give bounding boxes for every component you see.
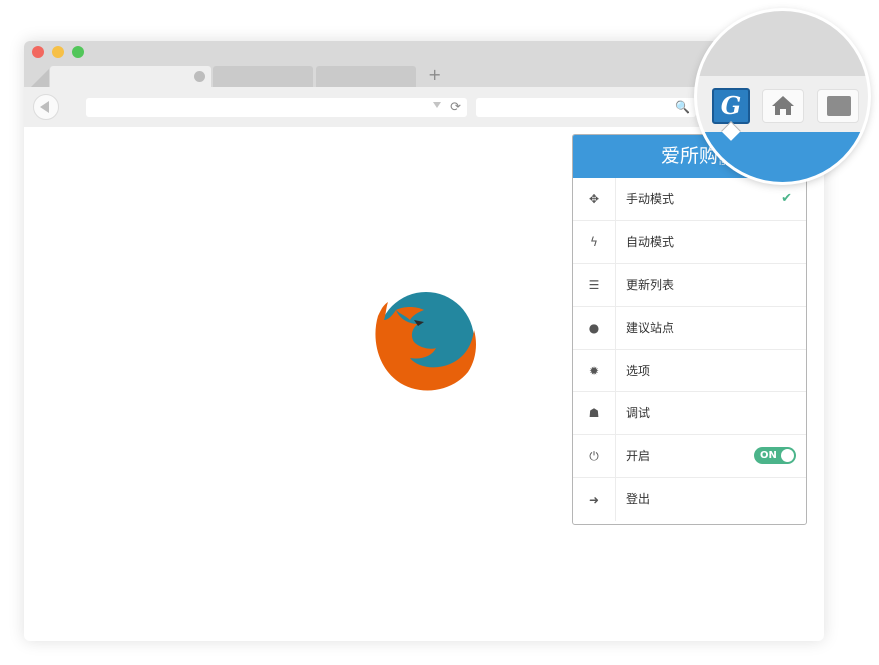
- tab-corner: [31, 69, 49, 87]
- home-button[interactable]: [762, 89, 804, 123]
- menu-item-label: 调试: [626, 406, 651, 421]
- firefox-logo-icon: [375, 292, 476, 391]
- list-icon: ☰: [573, 263, 616, 306]
- menu-item-label: 选项: [626, 363, 651, 378]
- gear-icon: ✹: [573, 349, 616, 392]
- popup-menu: ✥ 手动模式 ✔ ϟ 自动模式 ☰ 更新列表 ● 建议站点 ✹ 选项 ☗ 调试 …: [573, 178, 806, 522]
- menu-item-suggest-site[interactable]: ● 建议站点: [573, 306, 806, 350]
- search-icon[interactable]: 🔍: [675, 98, 690, 117]
- extension-button[interactable]: G: [712, 88, 750, 124]
- address-bar[interactable]: ⟳: [86, 98, 467, 117]
- magnified-tab-strip: [697, 11, 868, 76]
- tab-active[interactable]: [50, 66, 211, 87]
- menu-item-label: 登出: [626, 492, 651, 507]
- tab-inactive[interactable]: [316, 66, 416, 87]
- crosshair-icon: ✥: [573, 178, 616, 220]
- new-tab-button[interactable]: +: [428, 65, 441, 85]
- close-window-button[interactable]: [32, 46, 44, 58]
- back-button[interactable]: [33, 94, 59, 120]
- square-icon: [827, 96, 851, 116]
- menu-item-label: 开启: [626, 449, 651, 464]
- menu-item-debug[interactable]: ☗ 调试: [573, 392, 806, 436]
- toggle-label: ON: [760, 450, 777, 462]
- magnified-popup-header: [697, 132, 868, 182]
- check-icon: ✔: [781, 191, 792, 206]
- magnifier-callout: G: [697, 11, 868, 182]
- tab-close-icon[interactable]: [194, 71, 205, 82]
- speech-bubble-icon: ●: [573, 306, 616, 349]
- power-icon: ⏻: [573, 435, 616, 478]
- reload-icon[interactable]: ⟳: [450, 98, 461, 117]
- menu-item-options[interactable]: ✹ 选项: [573, 349, 806, 393]
- menu-item-logout[interactable]: ➜ 登出: [573, 478, 806, 522]
- toolbar-button[interactable]: [817, 89, 859, 123]
- tab-inactive[interactable]: [213, 66, 313, 87]
- extension-popup: 爱所购ishop ✥ 手动模式 ✔ ϟ 自动模式 ☰ 更新列表 ● 建议站点 ✹: [572, 134, 807, 525]
- menu-item-label: 更新列表: [626, 277, 675, 292]
- menu-item-label: 建议站点: [626, 320, 675, 335]
- toggle-knob: [781, 449, 794, 463]
- history-dropdown-icon[interactable]: [433, 102, 441, 108]
- bolt-icon: ϟ: [573, 220, 616, 263]
- search-bar[interactable]: 🔍: [476, 98, 696, 117]
- menu-item-label: 自动模式: [626, 234, 675, 249]
- screen: + ⟳ 🔍 爱所购ishop ✥ 手动模式 ✔: [0, 0, 879, 665]
- sign-out-icon: ➜: [573, 478, 616, 522]
- menu-item-update-list[interactable]: ☰ 更新列表: [573, 263, 806, 307]
- minimize-window-button[interactable]: [52, 46, 64, 58]
- enable-toggle[interactable]: ON: [754, 447, 796, 465]
- home-icon: [772, 96, 794, 115]
- bug-icon: ☗: [573, 392, 616, 435]
- menu-item-enable[interactable]: ⏻ 开启 ON: [573, 435, 806, 479]
- menu-item-label: 手动模式: [626, 192, 675, 206]
- menu-item-auto-mode[interactable]: ϟ 自动模式: [573, 220, 806, 264]
- menu-item-manual-mode[interactable]: ✥ 手动模式 ✔: [573, 178, 806, 221]
- maximize-window-button[interactable]: [72, 46, 84, 58]
